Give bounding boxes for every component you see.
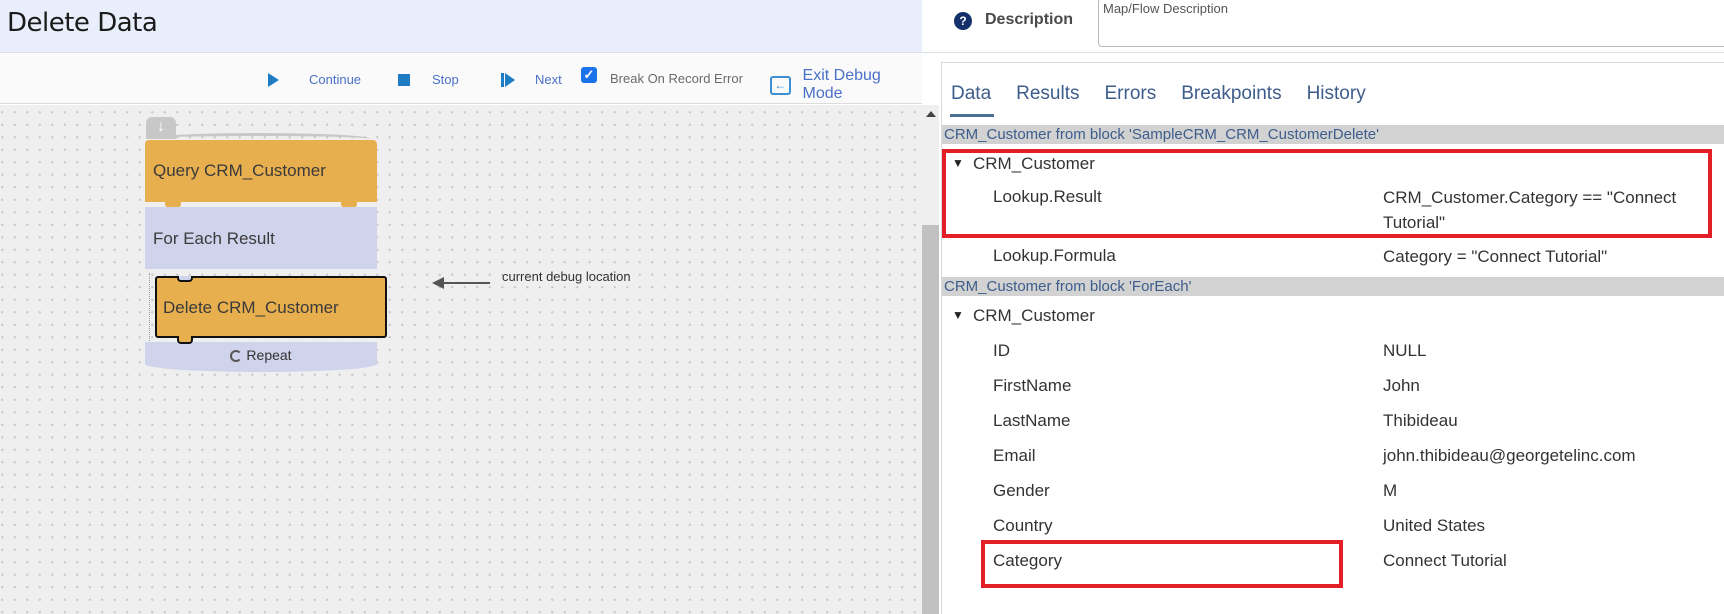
block-notch xyxy=(177,336,193,344)
field-key: Country xyxy=(993,516,1053,535)
tab-errors[interactable]: Errors xyxy=(1105,83,1157,117)
field-key: ID xyxy=(993,341,1010,360)
field-value: Category = "Connect Tutorial" xyxy=(1383,247,1608,266)
panel-tabs: Data Results Errors Breakpoints History xyxy=(942,63,1724,125)
tab-breakpoints[interactable]: Breakpoints xyxy=(1181,83,1281,117)
repeat-block[interactable]: Repeat xyxy=(145,342,377,372)
field-key: FirstName xyxy=(993,376,1072,395)
delete-block-label: Delete CRM_Customer xyxy=(163,298,339,317)
break-on-error-checkbox[interactable]: ✓ xyxy=(581,67,597,83)
continue-label: Continue xyxy=(309,72,362,87)
exit-debug-label: Exit Debug Mode xyxy=(802,67,881,102)
tab-history[interactable]: History xyxy=(1307,83,1366,117)
field-value: M xyxy=(1383,481,1398,500)
section-header: CRM_Customer from block 'ForEach' xyxy=(942,277,1724,296)
stop-icon xyxy=(398,73,410,86)
description-input[interactable] xyxy=(1098,0,1724,47)
hat-line xyxy=(146,133,371,139)
query-block[interactable]: Query CRM_Customer xyxy=(145,140,377,208)
query-block-label: Query CRM_Customer xyxy=(153,161,326,180)
continue-button[interactable]: Continue xyxy=(268,72,361,87)
flow-start-hat: ↓ xyxy=(146,117,376,139)
section-header: CRM_Customer from block 'SampleCRM_CRM_C… xyxy=(942,125,1724,144)
arrow-down-icon: ↓ xyxy=(146,117,176,139)
stop-button[interactable]: Stop xyxy=(398,72,459,87)
delete-block-current[interactable]: Delete CRM_Customer xyxy=(155,276,387,344)
block-notch xyxy=(177,276,193,282)
debug-location-annotation: current debug location xyxy=(502,269,631,284)
play-icon xyxy=(268,72,279,87)
node-label: CRM_Customer xyxy=(973,306,1095,325)
app-root: Delete Data ? Description Continue Stop … xyxy=(0,0,1724,614)
exit-debug-button[interactable]: ← Exit Debug Mode xyxy=(770,67,922,103)
tab-results[interactable]: Results xyxy=(1016,83,1079,117)
repeat-label: Repeat xyxy=(246,347,292,363)
field-value: john.thibideau@georgetelinc.com xyxy=(1383,446,1636,465)
arrow-shaft xyxy=(442,282,490,284)
left-arrow-icon xyxy=(432,277,490,289)
field-value: NULL xyxy=(1383,341,1427,360)
field-value: Connect Tutorial xyxy=(1383,551,1507,570)
scroll-thumb[interactable] xyxy=(922,225,939,614)
flow-canvas[interactable] xyxy=(0,105,922,614)
highlight-box xyxy=(981,540,1343,588)
nesting-guide xyxy=(149,273,150,343)
page-title: Delete Data xyxy=(7,8,158,38)
field-key: LastName xyxy=(993,411,1071,430)
foreach-block[interactable]: For Each Result xyxy=(145,207,377,269)
repeat-row: Repeat xyxy=(145,347,377,363)
header-bar: Delete Data xyxy=(0,0,922,53)
stop-label: Stop xyxy=(432,72,459,87)
field-value: United States xyxy=(1383,516,1486,535)
debug-data-panel: Data Results Errors Breakpoints History … xyxy=(941,62,1724,614)
description-label: Description xyxy=(985,11,1074,28)
step-next-icon xyxy=(501,72,515,87)
question-circle-icon[interactable]: ? xyxy=(954,12,972,30)
highlight-box xyxy=(942,149,1712,238)
arrow-head xyxy=(432,277,444,289)
scroll-up-arrow-icon[interactable] xyxy=(926,111,936,117)
expand-triangle-icon[interactable]: ▼ xyxy=(952,308,964,322)
foreach-block-label: For Each Result xyxy=(153,229,275,248)
next-label: Next xyxy=(535,72,562,87)
next-button[interactable]: Next xyxy=(501,72,562,87)
break-on-error-label: Break On Record Error xyxy=(610,71,743,86)
field-key: Email xyxy=(993,446,1036,465)
exit-arrow-icon: ← xyxy=(770,75,791,95)
debug-toolbar: Continue Stop Next ✓ Break On Record Err… xyxy=(0,54,922,104)
field-value: Thibideau xyxy=(1383,411,1458,430)
field-key: Lookup.Formula xyxy=(993,246,1116,265)
canvas-scrollbar[interactable] xyxy=(922,105,939,614)
field-key: Gender xyxy=(993,481,1050,500)
field-value: John xyxy=(1383,376,1420,395)
tab-data[interactable]: Data xyxy=(949,83,995,117)
repeat-icon xyxy=(230,350,243,362)
